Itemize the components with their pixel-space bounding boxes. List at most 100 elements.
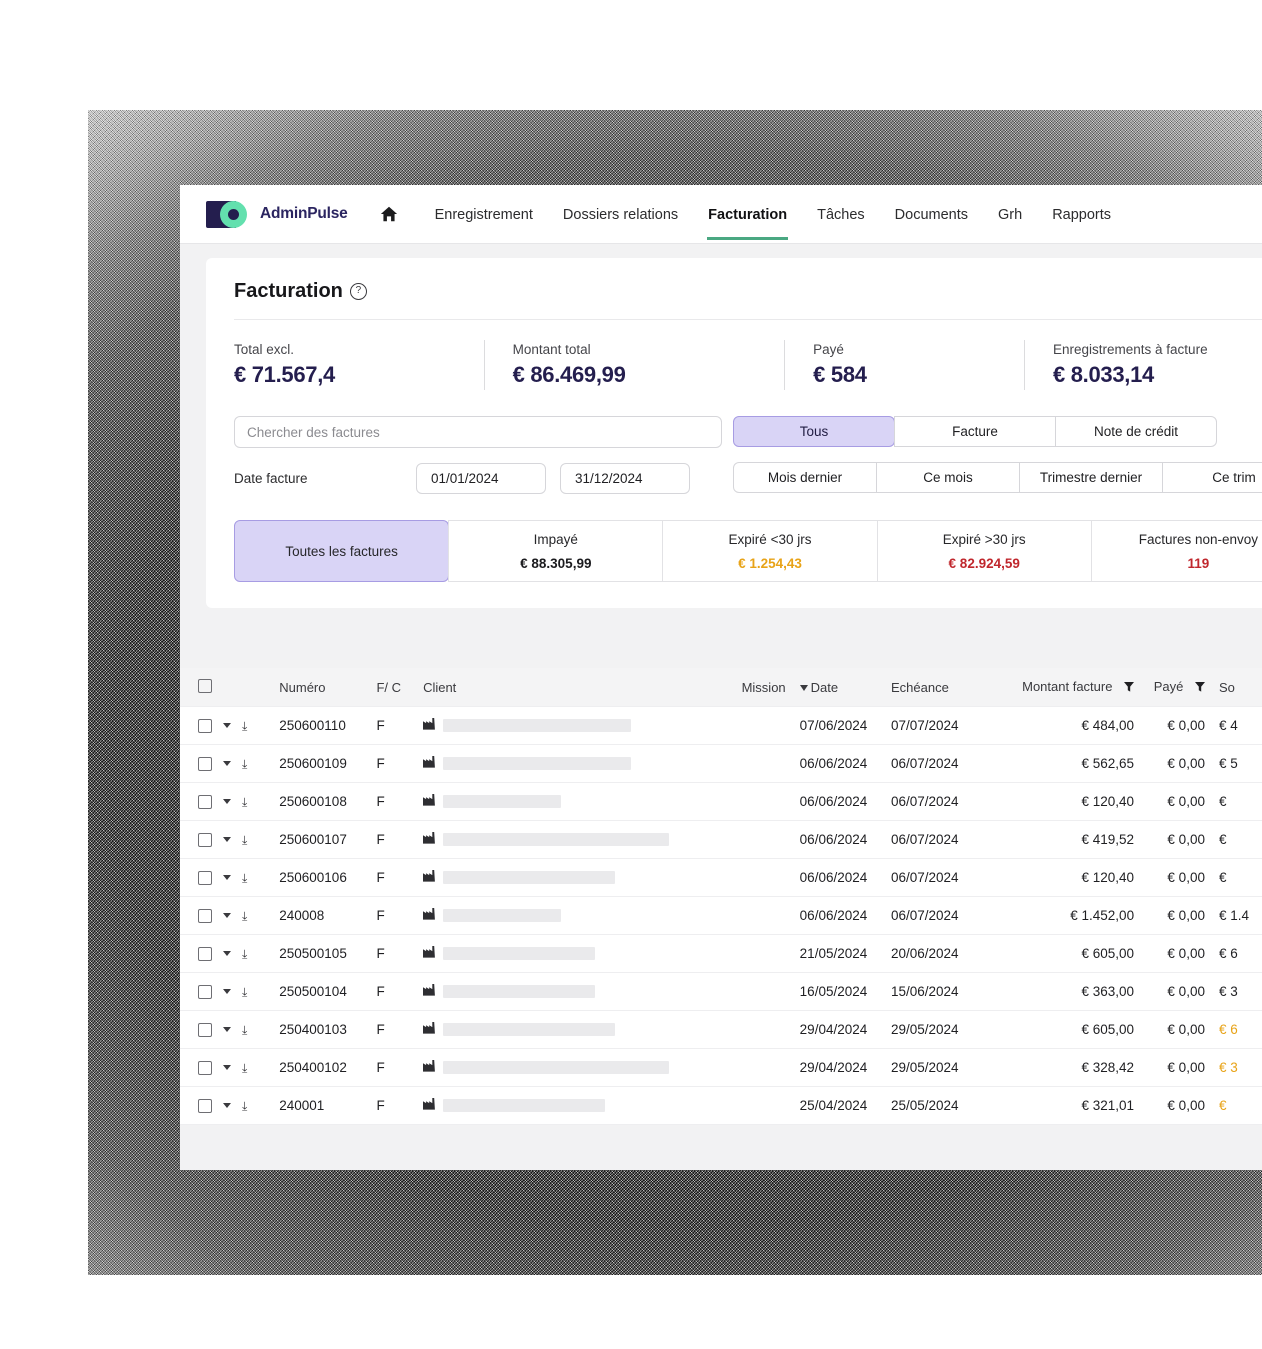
chevron-down-icon[interactable] — [223, 761, 231, 766]
double-chevron-down-icon[interactable]: ⤓ — [242, 872, 247, 884]
status-tab-expire-moins-30-jrs[interactable]: Expiré <30 jrs € 1.254,43 — [662, 520, 878, 582]
date-from-input[interactable]: 01/01/2024 — [416, 463, 546, 494]
column-solde[interactable]: So — [1204, 668, 1262, 707]
column-montant-facture[interactable]: Montant facture — [992, 668, 1135, 707]
status-tab-value: € 88.305,99 — [520, 555, 592, 571]
table-row[interactable]: ⤓ 250600108 F 06/06/2024 06/07/2024 € 120,40 €… — [180, 782, 1262, 821]
chevron-down-icon[interactable] — [223, 1103, 231, 1108]
invoices-table: Numéro F/ C Client Mission Date Echéance… — [180, 668, 1262, 1125]
double-chevron-down-icon[interactable]: ⤓ — [242, 720, 247, 732]
nav-item-taches[interactable]: Tâches — [802, 189, 880, 239]
table-row[interactable]: ⤓ 250600106 F 06/06/2024 06/07/2024 € 120,40 €… — [180, 858, 1262, 897]
cell-client — [423, 1010, 711, 1049]
column-mission[interactable]: Mission — [710, 668, 786, 707]
period-filter-mois-dernier[interactable]: Mois dernier — [733, 462, 877, 493]
row-checkbox[interactable] — [198, 756, 212, 771]
question-mark-icon[interactable]: ? — [349, 283, 367, 300]
row-controls-cell: ⤓ — [180, 896, 280, 935]
nav-item-documents[interactable]: Documents — [880, 189, 983, 239]
brand-name: AdminPulse — [260, 205, 348, 222]
table-row[interactable]: ⤓ 250400103 F 29/04/2024 29/05/2024 € 605,00 €… — [180, 1010, 1262, 1049]
chevron-down-icon[interactable] — [223, 951, 231, 956]
double-chevron-down-icon[interactable]: ⤓ — [242, 758, 247, 770]
double-chevron-down-icon[interactable]: ⤓ — [242, 1024, 247, 1036]
row-checkbox[interactable] — [198, 870, 212, 885]
table-row[interactable]: ⤓ 250400102 F 29/04/2024 29/05/2024 € 328,42 €… — [180, 1048, 1262, 1087]
double-chevron-down-icon[interactable]: ⤓ — [242, 986, 247, 998]
filter-icon[interactable] — [1124, 680, 1135, 695]
table-row[interactable]: ⤓ 250500104 F 16/05/2024 15/06/2024 € 363,00 €… — [180, 972, 1262, 1011]
table-row[interactable]: ⤓ 240001 F 25/04/2024 25/05/2024 € 321,01 € 0,… — [180, 1086, 1262, 1125]
table-row[interactable]: ⤓ 250600110 F 07/06/2024 07/07/2024 € 484,00 €… — [180, 706, 1262, 745]
period-filter-trimestre-dernier[interactable]: Trimestre dernier — [1019, 462, 1163, 493]
cell-paye: € 0,00 — [1134, 934, 1205, 973]
type-filter-tous[interactable]: Tous — [733, 416, 895, 447]
cell-numero: 240001 — [279, 1086, 377, 1125]
factory-icon — [423, 756, 436, 771]
column-date[interactable]: Date — [785, 668, 891, 707]
kpi-label: Enregistrements à facture — [1053, 342, 1208, 357]
chevron-down-icon[interactable] — [223, 1027, 231, 1032]
column-paye[interactable]: Payé — [1134, 668, 1205, 707]
chevron-down-icon[interactable] — [223, 913, 231, 918]
status-tab-factures-non-envoyees[interactable]: Factures non-envoy 119 — [1090, 520, 1262, 582]
chevron-down-icon[interactable] — [223, 799, 231, 804]
double-chevron-down-icon[interactable]: ⤓ — [242, 1062, 247, 1074]
filter-icon[interactable] — [1194, 680, 1205, 695]
double-chevron-down-icon[interactable]: ⤓ — [242, 834, 247, 846]
page-title: Facturation — [234, 280, 343, 302]
type-filter-facture[interactable]: Facture — [894, 416, 1056, 447]
date-to-input[interactable]: 31/12/2024 — [560, 463, 690, 494]
row-checkbox[interactable] — [198, 718, 212, 733]
status-tab-toutes-les-factures[interactable]: Toutes les factures — [234, 520, 450, 582]
status-tab-label: Toutes les factures — [285, 543, 398, 559]
period-filter-group: Mois dernier Ce mois Trimestre dernier C… — [733, 462, 1262, 493]
search-input[interactable]: Chercher des factures — [234, 416, 722, 448]
brand-logo[interactable]: AdminPulse — [206, 200, 348, 228]
column-echeance[interactable]: Echéance — [891, 668, 993, 707]
row-checkbox[interactable] — [198, 1098, 212, 1113]
nav-item-enregistrement[interactable]: Enregistrement — [420, 189, 548, 239]
column-select-all[interactable] — [180, 668, 280, 707]
chevron-down-icon[interactable] — [223, 837, 231, 842]
nav-item-facturation[interactable]: Facturation — [693, 189, 802, 240]
period-filter-ce-trimestre[interactable]: Ce trim — [1162, 462, 1262, 493]
cell-echeance: 06/07/2024 — [891, 820, 993, 859]
chevron-down-icon[interactable] — [223, 723, 231, 728]
period-filter-ce-mois[interactable]: Ce mois — [876, 462, 1020, 493]
table-row[interactable]: ⤓ 250600109 F 06/06/2024 06/07/2024 € 562,65 €… — [180, 744, 1262, 783]
table-header-row: Numéro F/ C Client Mission Date Echéance… — [180, 668, 1262, 707]
status-tab-impaye[interactable]: Impayé € 88.305,99 — [448, 520, 664, 582]
row-checkbox[interactable] — [198, 1022, 212, 1037]
cell-date: 25/04/2024 — [785, 1086, 891, 1125]
home-icon[interactable] — [380, 205, 398, 223]
nav-item-rapports[interactable]: Rapports — [1037, 189, 1126, 239]
chevron-down-icon[interactable] — [223, 1065, 231, 1070]
client-name-redacted — [443, 1023, 616, 1036]
column-client[interactable]: Client — [423, 668, 711, 707]
double-chevron-down-icon[interactable]: ⤓ — [242, 910, 247, 922]
type-filter-note-de-credit[interactable]: Note de crédit — [1055, 416, 1217, 447]
column-date-label: Date — [810, 680, 839, 695]
select-all-checkbox[interactable] — [198, 679, 212, 693]
double-chevron-down-icon[interactable]: ⤓ — [242, 948, 247, 960]
chevron-down-icon[interactable] — [223, 875, 231, 880]
table-row[interactable]: ⤓ 250600107 F 06/06/2024 06/07/2024 € 419,52 €… — [180, 820, 1262, 859]
table-row[interactable]: ⤓ 250500105 F 21/05/2024 20/06/2024 € 605,00 €… — [180, 934, 1262, 973]
column-numero[interactable]: Numéro — [279, 668, 377, 707]
double-chevron-down-icon[interactable]: ⤓ — [242, 796, 247, 808]
row-checkbox[interactable] — [198, 984, 212, 999]
nav-item-dossiers-relations[interactable]: Dossiers relations — [548, 189, 693, 239]
row-checkbox[interactable] — [198, 794, 212, 809]
column-fc[interactable]: F/ C — [376, 668, 424, 707]
table-row[interactable]: ⤓ 240008 F 06/06/2024 06/07/2024 € 1.452,00 € … — [180, 896, 1262, 935]
factory-icon — [423, 794, 436, 809]
chevron-down-icon[interactable] — [223, 989, 231, 994]
row-checkbox[interactable] — [198, 946, 212, 961]
double-chevron-down-icon[interactable]: ⤓ — [242, 1100, 247, 1112]
nav-item-grh[interactable]: Grh — [983, 189, 1037, 239]
status-tab-expire-plus-30-jrs[interactable]: Expiré >30 jrs € 82.924,59 — [876, 520, 1092, 582]
row-checkbox[interactable] — [198, 832, 212, 847]
row-checkbox[interactable] — [198, 908, 212, 923]
row-checkbox[interactable] — [198, 1060, 212, 1075]
